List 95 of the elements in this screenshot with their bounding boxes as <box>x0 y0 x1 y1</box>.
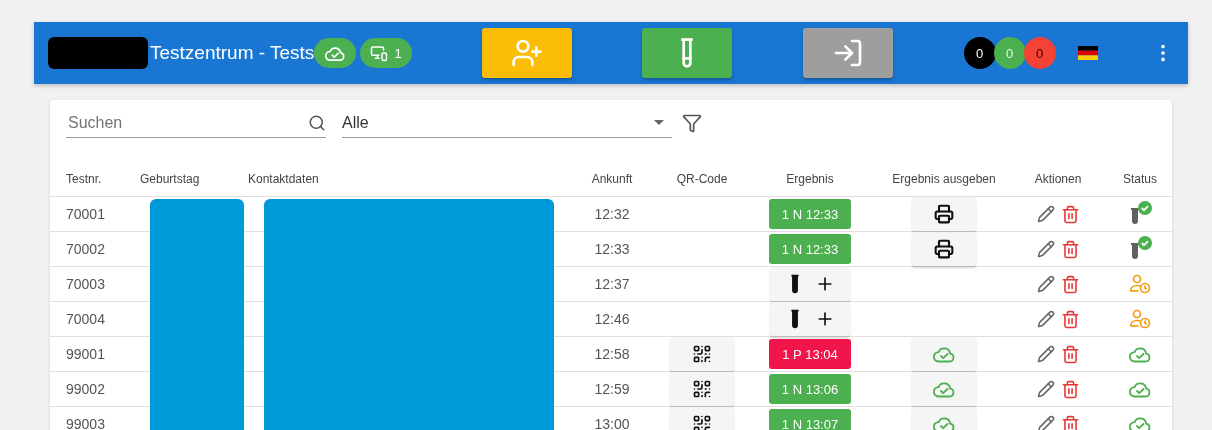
trash-icon <box>1060 309 1080 329</box>
pencil-icon <box>1036 380 1055 398</box>
result-chip[interactable]: 1 N 12:33 <box>769 234 851 264</box>
pencil-icon <box>1036 205 1055 223</box>
delete-button[interactable] <box>1060 379 1080 399</box>
column-header: QR-Code <box>676 172 728 186</box>
table-cell: 12:46 <box>594 311 630 327</box>
table-cell: 70004 <box>66 311 105 327</box>
table-cell: 12:32 <box>594 206 630 222</box>
user-clock-icon <box>1129 274 1151 294</box>
cloud-check-icon <box>1128 380 1152 398</box>
result-chip[interactable]: 1 N 13:07 <box>769 409 851 430</box>
trash-icon <box>1060 204 1080 224</box>
search-icon[interactable] <box>308 113 326 132</box>
delete-button[interactable] <box>1060 414 1080 430</box>
delete-button[interactable] <box>1060 309 1080 329</box>
edit-button[interactable] <box>1036 205 1055 223</box>
trash-icon <box>1060 414 1080 430</box>
table-cell: 70003 <box>66 276 105 292</box>
user-plus-icon <box>510 37 543 69</box>
result-chip[interactable]: 1 N 12:33 <box>769 199 851 229</box>
table-cell: 70001 <box>66 206 105 222</box>
cloud-check-icon <box>324 44 347 62</box>
table-cell: 12:59 <box>594 381 630 397</box>
test-tube-button[interactable] <box>641 28 732 78</box>
edit-button[interactable] <box>1036 310 1055 328</box>
column-header: Testnr. <box>66 172 102 186</box>
table-cell: 70002 <box>66 241 105 257</box>
qr-code-icon <box>692 379 712 399</box>
edit-button[interactable] <box>1036 240 1055 258</box>
table-cell: 12:33 <box>594 241 630 257</box>
print-button[interactable] <box>912 232 976 266</box>
printer-icon <box>934 204 954 224</box>
cloud-check-icon <box>932 415 956 430</box>
trash-icon <box>1060 344 1080 364</box>
table-cell: 99002 <box>66 381 105 397</box>
app-title: Testzentrum - Tests <box>150 42 315 64</box>
cloud-check-icon <box>1128 415 1152 430</box>
qr-code-button[interactable] <box>670 372 734 406</box>
user-clock-icon <box>1129 309 1151 329</box>
trash-icon <box>1060 379 1080 399</box>
upload-result-button[interactable] <box>912 372 976 406</box>
cloud-check-icon <box>1128 345 1152 363</box>
column-header: Ergebnis ausgeben <box>892 172 996 186</box>
trash-icon <box>1060 274 1080 294</box>
qr-code-button[interactable] <box>670 337 734 371</box>
devices-icon <box>370 44 389 62</box>
pencil-icon <box>1036 415 1055 430</box>
qr-code-icon <box>692 344 712 364</box>
device-count: 1 <box>394 45 402 61</box>
caret-icon <box>654 120 664 125</box>
table-cell: 99003 <box>66 416 105 430</box>
column-header: Geburtstag <box>140 172 200 186</box>
result-chip[interactable]: 1 P 13:04 <box>769 339 851 369</box>
delete-button[interactable] <box>1060 274 1080 294</box>
pencil-icon <box>1036 345 1055 363</box>
edit-button[interactable] <box>1036 415 1055 430</box>
table-cell: 13:00 <box>594 416 630 430</box>
column-header: Aktionen <box>1034 172 1082 186</box>
printer-icon <box>934 239 954 259</box>
filter-icon[interactable] <box>682 113 702 133</box>
delete-button[interactable] <box>1060 239 1080 259</box>
table-cell: 12:37 <box>594 276 630 292</box>
add-test-button[interactable] <box>770 302 850 336</box>
cloud-check-icon <box>932 380 956 398</box>
pencil-icon <box>1036 310 1055 328</box>
pencil-icon <box>1036 275 1055 293</box>
delete-button[interactable] <box>1060 204 1080 224</box>
pencil-icon <box>1036 240 1055 258</box>
upload-result-button[interactable] <box>912 337 976 371</box>
cloud-check-icon <box>932 345 956 363</box>
column-header: Status <box>1123 172 1157 186</box>
trash-icon <box>1060 239 1080 259</box>
column-header: Ergebnis <box>786 172 834 186</box>
table-cell: 99001 <box>66 346 105 362</box>
column-header: Kontaktdaten <box>248 172 319 186</box>
filter-select[interactable]: Alle <box>342 108 672 138</box>
edit-button[interactable] <box>1036 380 1055 398</box>
qr-code-icon <box>692 414 712 430</box>
search-field[interactable]: Suchen <box>66 112 308 133</box>
table-cell: 12:58 <box>594 346 630 362</box>
counter-badge: 0 <box>1023 37 1056 69</box>
add-test-button[interactable] <box>770 267 850 301</box>
sync-status-pill[interactable] <box>314 38 357 68</box>
print-button[interactable] <box>912 197 976 231</box>
delete-button[interactable] <box>1060 344 1080 364</box>
exit-button[interactable] <box>802 28 893 78</box>
counter-badge: 0 <box>963 37 996 69</box>
edit-button[interactable] <box>1036 345 1055 363</box>
result-chip[interactable]: 1 N 13:06 <box>769 374 851 404</box>
counter-badge: 0 <box>993 37 1026 69</box>
flag-icon[interactable] <box>1077 46 1098 60</box>
column-header: Ankunft <box>591 172 633 186</box>
edit-button[interactable] <box>1036 275 1055 293</box>
device-count-pill[interactable]: 1 <box>360 38 412 68</box>
